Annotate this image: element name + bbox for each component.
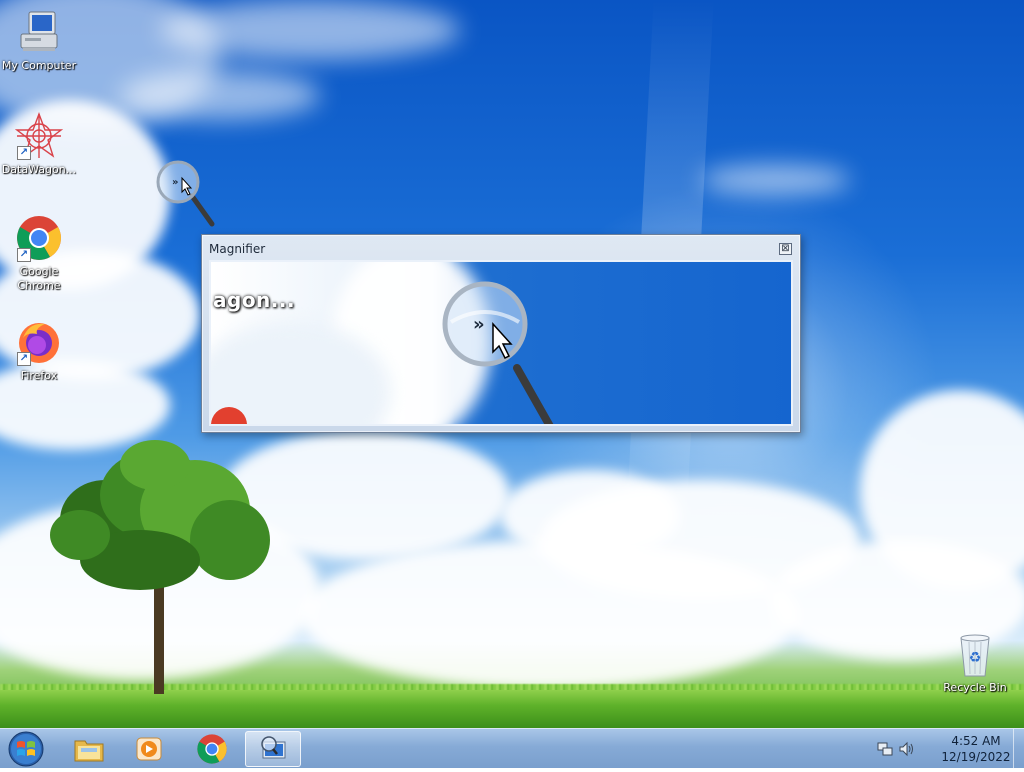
close-button[interactable]: ⊠	[779, 243, 792, 255]
taskbar: 4:52 AM 12/19/2022	[0, 728, 1024, 769]
media-player-icon	[136, 737, 162, 761]
svg-text:♻: ♻	[969, 650, 982, 666]
cloud	[700, 165, 850, 195]
clock-time: 4:52 AM	[951, 734, 1001, 748]
folder-icon	[74, 740, 104, 762]
desktop-icon-label: My Computer	[1, 59, 77, 72]
taskbar-magnifier[interactable]	[245, 731, 301, 767]
shortcut-arrow-icon: ↗	[17, 352, 31, 366]
magnifier-window[interactable]: Magnifier ⊠ agon... »	[201, 234, 801, 433]
cloud	[300, 540, 800, 690]
shortcut-arrow-icon: ↗	[17, 146, 31, 160]
computer-icon	[15, 8, 63, 56]
desktop-icon-google-chrome[interactable]: ↗ Google Chrome	[1, 214, 77, 293]
clock-date: 12/19/2022	[941, 750, 1011, 764]
clock[interactable]: 4:52 AM 12/19/2022	[940, 733, 1012, 765]
show-desktop-button[interactable]	[1013, 729, 1024, 769]
magnified-lens-icon: »	[442, 281, 554, 424]
svg-text:»: »	[172, 177, 178, 188]
desktop-icon-label: Google Chrome	[17, 265, 61, 292]
desktop-icon-datawagon[interactable]: ↗ DataWagon...	[1, 112, 77, 177]
taskbar-google-chrome[interactable]	[184, 731, 240, 767]
volume-icon[interactable]	[898, 741, 916, 757]
windows-logo-icon	[8, 731, 44, 767]
tree	[40, 440, 280, 700]
desktop-icon-label: Firefox	[20, 369, 58, 382]
chrome-icon	[197, 734, 227, 764]
network-icon[interactable]	[876, 741, 894, 757]
svg-text:»: »	[473, 314, 485, 335]
magnified-view: agon... »	[209, 260, 793, 426]
desktop-icon-firefox[interactable]: ↗ Firefox	[1, 318, 77, 383]
magnified-text: agon...	[213, 288, 296, 312]
datawagon-icon: ↗	[14, 112, 64, 160]
desktop-icon-label: DataWagon...	[1, 163, 77, 176]
magnifier-lens-cursor[interactable]: »	[156, 158, 220, 230]
recycle-bin-icon: ♻	[951, 630, 999, 678]
start-button[interactable]	[4, 730, 48, 768]
cloud	[160, 0, 460, 60]
window-title: Magnifier	[209, 242, 266, 256]
cloud	[120, 70, 320, 120]
desktop-icon-label: Recycle Bin	[943, 681, 1007, 694]
taskbar-media-player[interactable]	[121, 731, 177, 767]
system-tray: 4:52 AM 12/19/2022	[854, 729, 1024, 769]
taskbar-windows-explorer[interactable]	[61, 731, 117, 767]
chrome-icon: ↗	[15, 214, 63, 262]
firefox-icon: ↗	[15, 318, 63, 366]
magnifier-icon	[261, 736, 286, 759]
desktop-icon-recycle-bin[interactable]: ♻ Recycle Bin	[937, 630, 1013, 695]
desktop-icon-my-computer[interactable]: My Computer	[1, 8, 77, 73]
shortcut-arrow-icon: ↗	[17, 248, 31, 262]
